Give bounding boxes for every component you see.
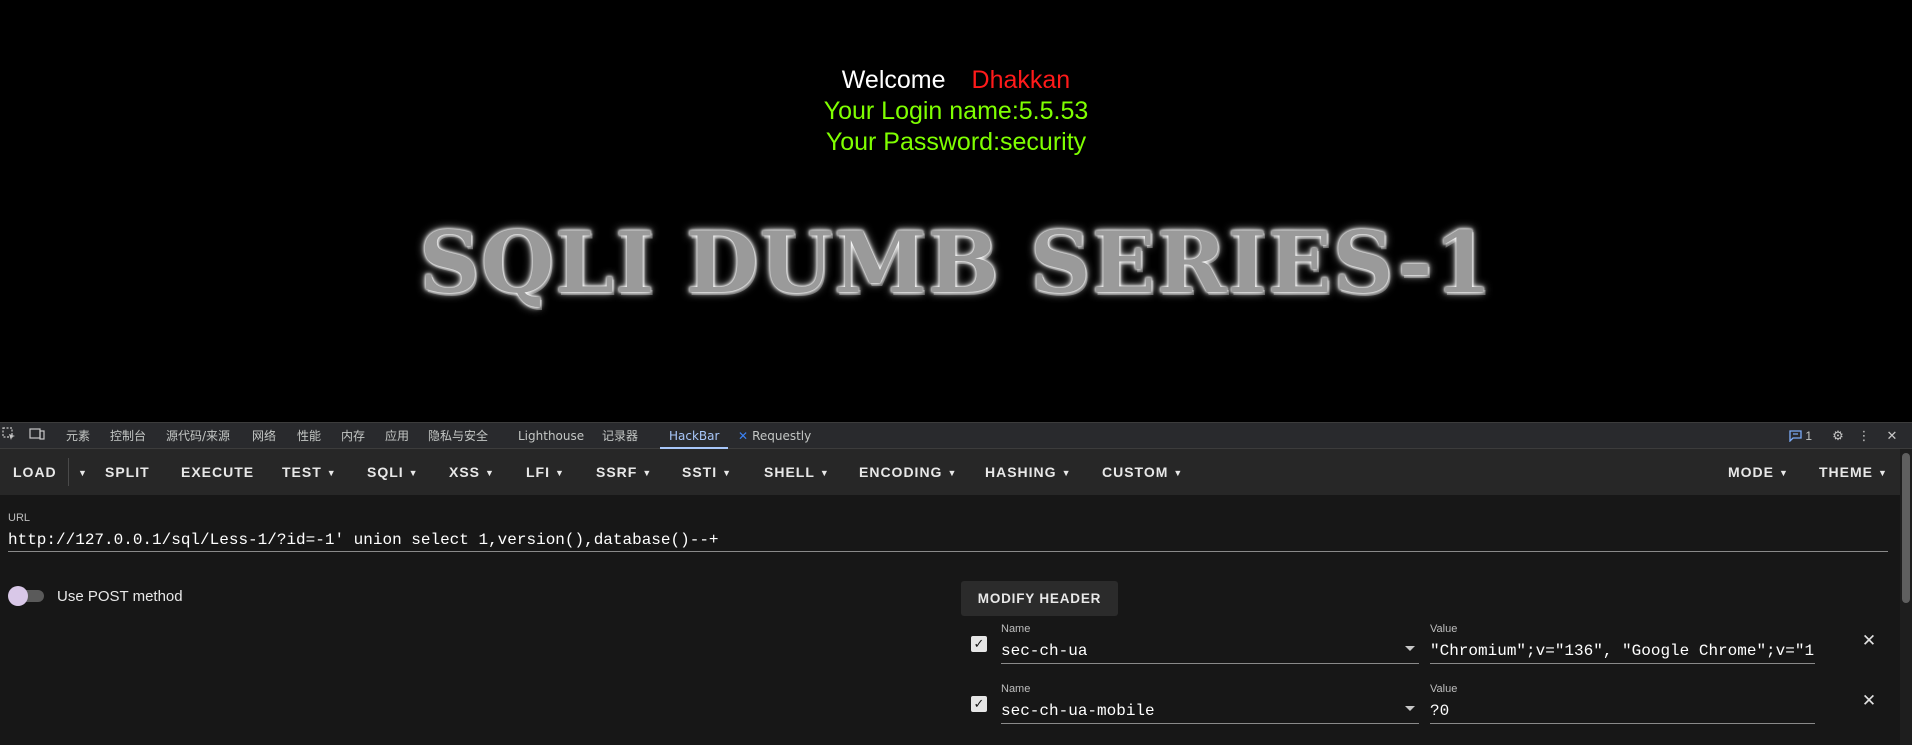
url-input[interactable]: [8, 529, 1888, 552]
tab-recorder[interactable]: 记录器: [602, 423, 638, 449]
caret-down-icon: ▼: [408, 468, 419, 478]
mode-menu-label: MODE: [1728, 464, 1774, 480]
caret-down-icon: ▼: [819, 468, 830, 478]
remove-header-icon[interactable]: ✕: [1861, 692, 1877, 709]
modify-header-button[interactable]: MODIFY HEADER: [961, 581, 1118, 616]
header-value-input[interactable]: "Chromium";v="136", "Google Chrome";v="1…: [1430, 639, 1815, 664]
tab-application[interactable]: 应用: [385, 423, 409, 449]
hackbar-scrollbar[interactable]: [1900, 449, 1912, 745]
post-method-toggle[interactable]: [8, 586, 44, 606]
ssrf-menu-label: SSRF: [596, 464, 638, 480]
lfi-menu-label: LFI: [526, 464, 550, 480]
header-value-input[interactable]: ?0: [1430, 699, 1815, 724]
ssti-menu-label: SSTI: [682, 464, 718, 480]
tab-performance[interactable]: 性能: [297, 423, 321, 449]
hashing-menu-label: HASHING: [985, 464, 1057, 480]
hackbar-body: URL Use POST method MODIFY HEADER ✓ Name…: [0, 495, 1900, 745]
header-value-label: Value: [1430, 623, 1458, 635]
header-row: ✓ Name sec-ch-ua-mobile Value ?0 ✕: [965, 683, 1890, 733]
mode-menu-button[interactable]: MODE ▼: [1728, 449, 1789, 495]
caret-down-icon: ▼: [555, 468, 565, 478]
sqli-menu-button[interactable]: SQLI ▼: [367, 449, 419, 495]
more-icon[interactable]: ⋮: [1855, 427, 1873, 445]
tab-hackbar[interactable]: HackBar: [660, 423, 729, 449]
caret-down-icon: ▼: [1061, 468, 1072, 478]
settings-icon[interactable]: ⚙: [1829, 427, 1847, 445]
caret-down-icon: ▼: [78, 468, 88, 478]
hackbar-toolbar: LOAD ▼ SPLIT EXECUTE TEST ▼ SQLI ▼ XSS ▼ LF…: [0, 449, 1900, 495]
login-name-line: Your Login name:5.5.53: [823, 97, 1089, 125]
issues-count: 1: [1805, 429, 1813, 443]
split-button[interactable]: SPLIT: [105, 449, 150, 495]
load-dropdown-button[interactable]: ▼: [73, 449, 88, 495]
header-name-label: Name: [1001, 623, 1031, 635]
encoding-menu-button[interactable]: ENCODING ▼: [859, 449, 957, 495]
tab-privacy-security[interactable]: 隐私与安全: [428, 423, 488, 449]
remove-header-icon[interactable]: ✕: [1861, 632, 1877, 649]
issues-counter[interactable]: 1: [1789, 423, 1812, 449]
requestly-icon: ✕: [738, 429, 749, 443]
tab-network[interactable]: 网络: [252, 423, 276, 449]
dropdown-caret-icon[interactable]: [1405, 646, 1415, 651]
welcome-line: Welcome Dhakkan: [0, 65, 1912, 95]
caret-down-icon: ▼: [485, 468, 495, 478]
lfi-menu-button[interactable]: LFI ▼: [526, 449, 565, 495]
toolbar-divider: [68, 458, 69, 486]
header-value-label: Value: [1430, 683, 1458, 695]
tab-sources[interactable]: 源代码/来源: [166, 423, 230, 449]
caret-down-icon: ▼: [1173, 468, 1184, 478]
ssrf-menu-button[interactable]: SSRF ▼: [596, 449, 652, 495]
shell-menu-label: SHELL: [764, 464, 815, 480]
caret-down-icon: ▼: [642, 468, 653, 478]
encoding-menu-label: ENCODING: [859, 464, 943, 480]
caret-down-icon: ▼: [947, 468, 958, 478]
dropdown-caret-icon[interactable]: [1405, 706, 1415, 711]
tab-requestly[interactable]: ✕ Requestly: [738, 423, 811, 449]
series-title-image: SQLI DUMB SERIES-1: [419, 213, 1493, 312]
header-enabled-checkbox[interactable]: ✓: [971, 696, 987, 712]
custom-menu-button[interactable]: CUSTOM ▼: [1102, 449, 1183, 495]
tab-elements[interactable]: 元素: [66, 423, 90, 449]
header-enabled-checkbox[interactable]: ✓: [971, 636, 987, 652]
caret-down-icon: ▼: [326, 468, 337, 478]
toggle-thumb: [8, 586, 28, 606]
close-icon[interactable]: ✕: [1883, 427, 1901, 445]
shell-menu-button[interactable]: SHELL ▼: [764, 449, 830, 495]
test-menu-label: TEST: [282, 464, 322, 480]
header-row: ✓ Name sec-ch-ua Value "Chromium";v="136…: [965, 623, 1890, 673]
user-name: Dhakkan: [971, 66, 1071, 94]
tab-lighthouse[interactable]: Lighthouse: [518, 423, 584, 449]
header-name-label: Name: [1001, 683, 1031, 695]
caret-down-icon: ▼: [1878, 468, 1888, 478]
inspect-icon[interactable]: [0, 427, 18, 445]
tab-requestly-label: Requestly: [752, 429, 812, 443]
theme-menu-button[interactable]: THEME ▼: [1819, 449, 1888, 495]
execute-button[interactable]: EXECUTE: [181, 449, 254, 495]
load-button[interactable]: LOAD: [13, 449, 57, 495]
xss-menu-button[interactable]: XSS ▼: [449, 449, 495, 495]
header-name-select[interactable]: sec-ch-ua-mobile: [1001, 699, 1419, 724]
devtools-tab-bar: 元素 控制台 源代码/来源 网络 性能 内存 应用 隐私与安全 Lighthou…: [0, 422, 1912, 449]
devtools-panel: 元素 控制台 源代码/来源 网络 性能 内存 应用 隐私与安全 Lighthou…: [0, 422, 1912, 745]
page-content: Welcome Dhakkan Your Login name:5.5.53 Yo…: [0, 0, 1912, 422]
issues-icon: [1789, 430, 1802, 443]
scrollbar-thumb[interactable]: [1902, 453, 1910, 603]
tab-memory[interactable]: 内存: [341, 423, 365, 449]
welcome-label: Welcome: [841, 66, 946, 94]
hashing-menu-button[interactable]: HASHING ▼: [985, 449, 1071, 495]
custom-menu-label: CUSTOM: [1102, 464, 1169, 480]
caret-down-icon: ▼: [722, 468, 733, 478]
tab-console[interactable]: 控制台: [110, 423, 146, 449]
device-toolbar-icon[interactable]: [28, 427, 46, 445]
url-label: URL: [8, 512, 31, 524]
ssti-menu-button[interactable]: SSTI ▼: [682, 449, 732, 495]
xss-menu-label: XSS: [449, 464, 481, 480]
sqli-menu-label: SQLI: [367, 464, 404, 480]
password-line: Your Password:security: [825, 128, 1087, 156]
caret-down-icon: ▼: [1779, 468, 1789, 478]
header-name-select[interactable]: sec-ch-ua: [1001, 639, 1419, 664]
test-menu-button[interactable]: TEST ▼: [282, 449, 337, 495]
post-method-label: Use POST method: [57, 588, 183, 605]
theme-menu-label: THEME: [1819, 464, 1873, 480]
